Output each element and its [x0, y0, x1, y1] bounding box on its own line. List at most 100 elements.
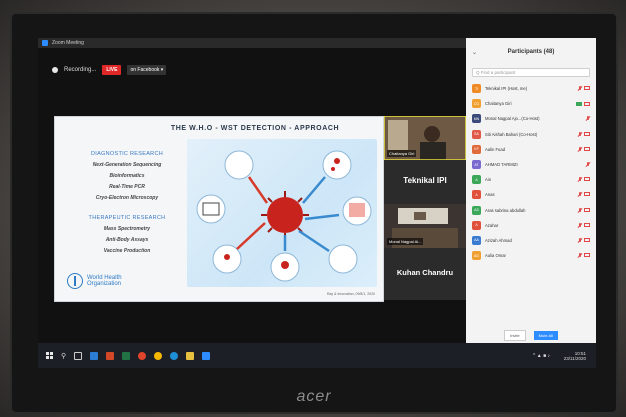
powerpoint-app-icon[interactable]: [106, 351, 115, 360]
participant-row[interactable]: SA Siti Aishah Bahari (Co-Host): [466, 127, 596, 142]
mic-off-icon: [577, 237, 582, 243]
participant-name: Aulia Omar: [485, 253, 506, 259]
mic-off-icon: [577, 131, 582, 137]
word-app-icon[interactable]: [90, 351, 99, 360]
search-icon[interactable]: ⚲: [61, 352, 66, 360]
participant-row[interactable]: A Azahar: [466, 218, 596, 233]
browser-app-icon[interactable]: [154, 351, 163, 360]
participant-name: Azizah Ahmad: [485, 237, 512, 243]
zoom-titlebar: Zoom Meeting: [38, 38, 466, 48]
diagnostic-item: Cryo-Electron Microscopy: [95, 195, 159, 201]
edge-app-icon[interactable]: [170, 351, 179, 360]
taskbar-clock[interactable]: 10:51 23/11/2020: [564, 351, 586, 361]
avatar: AT: [472, 160, 481, 170]
therapeutic-heading: THERAPEUTIC RESEARCH: [88, 215, 166, 221]
participant-name: Anas: [485, 192, 495, 198]
camera-off-icon: [584, 146, 590, 151]
file-explorer-icon[interactable]: [186, 351, 195, 360]
mic-off-icon: [577, 207, 582, 213]
mute-all-button[interactable]: Mute All: [533, 330, 558, 340]
diagnostic-heading: DIAGNOSTIC RESEARCH: [90, 151, 163, 157]
video-tile-participant[interactable]: Chaitanya Giri: [383, 115, 467, 161]
org-line2: Organization: [87, 281, 122, 287]
windows-taskbar: ⚲ ^ ▲ ■ ♪ 10:51 23/11/2020: [38, 343, 596, 368]
invite-button[interactable]: Invite: [504, 329, 526, 341]
collapse-chevron-icon[interactable]: ⌄: [472, 49, 477, 56]
video-tile-participant[interactable]: Monal Nagpal Ai...: [384, 204, 466, 248]
shared-slide: THE W.H.O - WST DETECTION - APPROACH DIA…: [54, 116, 384, 302]
therapeutic-item: Vaccine Production: [103, 248, 151, 254]
window-title: Zoom Meeting: [52, 40, 84, 46]
participant-row[interactable]: AO Aulia Omar: [466, 248, 596, 263]
mic-off-icon: [585, 162, 590, 167]
participant-list: TI Teknikal IPI (Host, me) CG Chaitanya …: [466, 81, 596, 263]
windows-start-icon[interactable]: [46, 352, 53, 359]
who-emblem-icon: [67, 273, 83, 289]
who-logo-block: World Health Organization: [67, 273, 122, 289]
monitor-screen: Zoom Meeting Recording... LIVE on Facebo…: [38, 38, 596, 368]
avatar: AS: [472, 205, 481, 215]
live-destination-dropdown[interactable]: on Facebook ▾: [127, 65, 167, 75]
participant-row[interactable]: MN Monal Nagpal Ajo...(Co-Host): [466, 111, 596, 126]
participant-name: Aras sabrina abdullah: [485, 207, 526, 213]
mic-off-icon: [577, 86, 582, 91]
participant-name: Siti Aishah Bahari (Co-Host): [485, 131, 538, 137]
mic-off-icon: [585, 116, 590, 121]
recording-bar: Recording... LIVE on Facebook ▾: [52, 65, 167, 75]
system-tray-icons[interactable]: ^ ▲ ■ ♪: [533, 353, 550, 359]
camera-off-icon: [584, 207, 590, 212]
video-tile-host[interactable]: Teknikal IPI: [384, 160, 466, 204]
stage-circle: [196, 194, 226, 224]
recording-status: Recording...: [64, 67, 97, 73]
diagnostic-item: Real-Time PCR: [109, 184, 145, 190]
participant-row[interactable]: KF Aalin Fuad: [466, 142, 596, 157]
participant-name: Chaitanya Giri: [485, 101, 512, 107]
camera-off-icon: [584, 253, 590, 258]
participant-name: Azahar: [485, 222, 499, 228]
camera-off-icon: [584, 237, 590, 242]
camera-off-icon: [584, 131, 590, 136]
participant-row[interactable]: A Ain: [466, 172, 596, 187]
diagnostic-item: Next-Generation Sequencing: [92, 162, 162, 168]
avatar: KF: [472, 144, 481, 154]
mic-off-icon: [577, 253, 582, 258]
participant-name: Aalin Fuad: [485, 146, 506, 152]
participant-name: Teknikal IPI (Host, me): [485, 86, 528, 92]
zoom-meeting-window: Zoom Meeting Recording... LIVE on Facebo…: [38, 38, 467, 343]
taskbar-date: 23/11/2020: [563, 355, 586, 361]
avatar: A: [472, 190, 481, 200]
participant-name: Ain: [485, 177, 492, 183]
avatar: A: [472, 175, 481, 185]
chrome-app-icon[interactable]: [138, 351, 147, 360]
participant-row[interactable]: AA Azizah Ahmad: [466, 233, 596, 248]
participants-header: ⌄ Participants (48): [466, 38, 596, 66]
mic-off-icon: [577, 222, 582, 228]
tile-label: Kuhan Chandru: [396, 268, 454, 277]
participants-panel: ⌄ Participants (48) Q Find a participant…: [466, 38, 596, 343]
camera-off-icon: [584, 192, 590, 197]
mic-on-icon: [576, 101, 582, 106]
participant-search-input[interactable]: Q Find a participant: [472, 68, 590, 77]
avatar: AA: [472, 235, 481, 245]
live-badge[interactable]: LIVE: [102, 65, 122, 75]
video-tile-participant[interactable]: Kuhan Chandru: [384, 248, 466, 300]
camera-off-icon: [584, 177, 590, 182]
participant-row[interactable]: A Anas: [466, 187, 596, 202]
participant-row[interactable]: CG Chaitanya Giri: [466, 96, 596, 111]
avatar: TI: [472, 84, 481, 94]
participants-title: Participants (48): [507, 49, 555, 55]
virus-diagram-graphic: [196, 150, 372, 282]
slide-footer: Ray & Innovation, 09/8/1, 2020: [326, 292, 375, 296]
mic-off-icon: [577, 146, 582, 152]
participants-footer: Invite Mute All: [466, 327, 596, 343]
participant-row[interactable]: AT AHMAD TARMIZI: [466, 157, 596, 172]
participant-row[interactable]: TI Teknikal IPI (Host, me): [466, 81, 596, 96]
zoom-taskbar-icon[interactable]: [202, 351, 211, 360]
excel-app-icon[interactable]: [122, 351, 131, 360]
participant-name: Monal Nagpal Ajo...(Co-Host): [485, 116, 540, 122]
participant-row[interactable]: AS Aras sabrina abdullah: [466, 203, 596, 218]
camera-off-icon: [584, 101, 590, 106]
therapeutic-item: Anti-Body Assays: [105, 237, 149, 243]
task-view-icon[interactable]: [74, 351, 83, 360]
slide-title: THE W.H.O - WST DETECTION - APPROACH: [170, 125, 340, 132]
